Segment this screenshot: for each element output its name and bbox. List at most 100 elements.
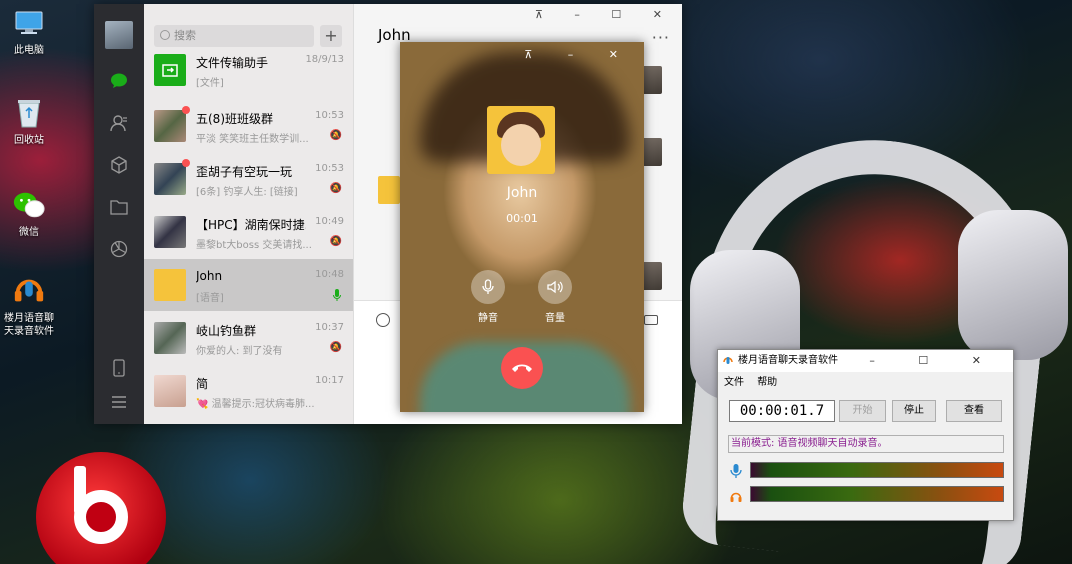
mute-button[interactable] bbox=[471, 270, 505, 304]
chat-item[interactable]: 【HPC】湖南保时捷... 10:49 墨黎bt大boss 交美请找... 🔕 bbox=[144, 206, 353, 258]
user-avatar[interactable] bbox=[105, 21, 133, 49]
recorder-menu-bar: 文件 帮助 bbox=[724, 373, 787, 388]
nav-moments-icon[interactable] bbox=[109, 239, 129, 259]
chat-item[interactable]: 五(8)班班级群 10:53 平淡 笑笑班主任数学训... 🔕 bbox=[144, 100, 353, 152]
chat-name: 【HPC】湖南保时捷... bbox=[196, 218, 306, 232]
hang-up-button[interactable] bbox=[501, 347, 543, 389]
chat-preview: [语音] bbox=[196, 293, 224, 304]
headphone-cup-right bbox=[958, 210, 1068, 360]
chat-list-panel: 搜索 + 文件传输助手 18/9/13 [文件] 五(8)班班级群 10:53 … bbox=[144, 4, 354, 424]
mute-bell-icon: 🔕 bbox=[329, 183, 342, 194]
start-button[interactable]: 开始 bbox=[839, 400, 886, 422]
chat-time: 10:48 bbox=[315, 269, 344, 280]
call-window-controls[interactable]: ⊼ – ✕ bbox=[524, 48, 634, 61]
chat-time: 10:53 bbox=[315, 110, 344, 121]
voice-active-icon bbox=[333, 289, 341, 304]
headset-mic-icon bbox=[723, 357, 733, 364]
chat-time: 10:17 bbox=[315, 375, 344, 386]
speaker-level-meter bbox=[750, 486, 1004, 502]
desktop-icon-this-pc[interactable]: 此电脑 bbox=[4, 6, 54, 57]
caller-name: John bbox=[506, 185, 538, 201]
stop-button[interactable]: 停止 bbox=[892, 400, 936, 422]
chat-time: 10:49 bbox=[315, 216, 344, 227]
chat-name: 简 bbox=[196, 377, 209, 391]
chat-item[interactable]: 歪胡子有空玩一玩 10:53 [6条] 钓享人生: [链接] 🔕 bbox=[144, 153, 353, 205]
recycle-bin-icon bbox=[12, 96, 46, 130]
mute-bell-icon: 🔕 bbox=[329, 130, 342, 141]
contact-avatar bbox=[154, 375, 186, 407]
recorder-window: 楼月语音聊天录音软件 – ☐ ✕ 文件 帮助 00:00:01.7 开始 停止 … bbox=[717, 349, 1014, 521]
headset-mic-icon bbox=[12, 274, 46, 308]
menu-file[interactable]: 文件 bbox=[724, 377, 744, 388]
desktop-icon-wechat[interactable]: 微信 bbox=[4, 188, 54, 239]
nav-chats-icon[interactable] bbox=[109, 71, 129, 91]
more-options-button[interactable]: ··· bbox=[652, 28, 670, 47]
chat-name: 歪胡子有空玩一玩 bbox=[196, 165, 293, 179]
chat-name: 文件传输助手 bbox=[196, 56, 269, 70]
wechat-icon bbox=[12, 188, 46, 222]
call-duration: 00:01 bbox=[506, 212, 538, 225]
chat-name: John bbox=[196, 269, 223, 283]
chat-item-active[interactable]: John 10:48 [语音] bbox=[144, 259, 353, 311]
chat-time: 18/9/13 bbox=[305, 54, 344, 65]
view-button[interactable]: 查看 bbox=[946, 400, 1002, 422]
chat-preview: [文件] bbox=[196, 78, 224, 89]
nav-contacts-icon[interactable] bbox=[109, 113, 129, 133]
video-call-icon[interactable] bbox=[644, 315, 658, 325]
unread-badge bbox=[182, 159, 190, 167]
chat-preview: 墨黎bt大boss 交美请找... bbox=[196, 240, 312, 251]
chat-time: 10:37 bbox=[315, 322, 344, 333]
hang-up-icon bbox=[512, 364, 532, 372]
recorder-window-controls[interactable]: – ☐ ✕ bbox=[869, 350, 1001, 372]
contact-avatar bbox=[154, 269, 186, 301]
group-avatar bbox=[154, 110, 186, 142]
menu-help[interactable]: 帮助 bbox=[757, 377, 777, 388]
volume-button[interactable] bbox=[538, 270, 572, 304]
speaker-icon bbox=[547, 280, 563, 294]
caller-avatar bbox=[487, 106, 555, 174]
chat-name: 五(8)班班级群 bbox=[196, 112, 273, 126]
recording-timer: 00:00:01.7 bbox=[729, 400, 835, 422]
search-icon bbox=[160, 30, 170, 40]
mute-bell-icon: 🔕 bbox=[329, 236, 342, 247]
microphone-icon bbox=[482, 279, 494, 294]
nav-files-icon[interactable] bbox=[109, 197, 129, 217]
emoji-icon[interactable] bbox=[376, 313, 390, 327]
desktop-icon-label: 回收站 bbox=[14, 135, 44, 146]
recorder-title: 楼月语音聊天录音软件 bbox=[738, 355, 838, 366]
chat-item[interactable]: 简 10:17 💘 温馨提示:冠状病毒肺... bbox=[144, 365, 353, 417]
file-transfer-icon bbox=[154, 54, 186, 86]
computer-icon bbox=[12, 6, 46, 40]
group-avatar bbox=[154, 216, 186, 248]
recorder-title-bar: 楼月语音聊天录音软件 – ☐ ✕ bbox=[718, 350, 1013, 372]
desktop-icon-label: 楼月语音聊天录音软件 bbox=[4, 313, 54, 337]
nav-phone-icon[interactable] bbox=[109, 358, 129, 378]
beats-logo bbox=[36, 452, 166, 564]
volume-label: 音量 bbox=[545, 313, 565, 324]
mode-status: 当前模式: 语音视频聊天自动录音。 bbox=[728, 435, 1004, 453]
chat-item[interactable]: 文件传输助手 18/9/13 [文件] bbox=[144, 44, 353, 96]
microphone-icon bbox=[730, 464, 742, 478]
chat-name: 岐山钓鱼群 bbox=[196, 324, 257, 338]
nav-menu-icon[interactable] bbox=[109, 392, 129, 412]
desktop-icon-label: 微信 bbox=[19, 227, 39, 238]
mute-bell-icon: 🔕 bbox=[329, 342, 342, 353]
window-controls[interactable]: ⊼ – ☐ ✕ bbox=[535, 8, 676, 21]
chat-preview: 你爱的人: 到了没有 bbox=[196, 346, 283, 357]
message-avatar bbox=[378, 176, 400, 204]
chat-preview: [6条] 钓享人生: [链接] bbox=[196, 187, 298, 198]
wechat-nav-bar bbox=[94, 4, 144, 424]
voice-call-window: ⊼ – ✕ John 00:01 静音 音量 bbox=[400, 42, 644, 412]
mic-level-meter bbox=[750, 462, 1004, 478]
desktop-icon-recycle-bin[interactable]: 回收站 bbox=[4, 96, 54, 147]
desktop-icon-recorder[interactable]: 楼月语音聊天录音软件 bbox=[4, 274, 54, 338]
search-placeholder: 搜索 bbox=[174, 29, 196, 42]
mute-label: 静音 bbox=[478, 313, 498, 324]
group-avatar bbox=[154, 163, 186, 195]
chat-preview: 平淡 笑笑班主任数学训... bbox=[196, 134, 309, 145]
chat-time: 10:53 bbox=[315, 163, 344, 174]
nav-favorites-icon[interactable] bbox=[109, 155, 129, 175]
chat-preview: 💘 温馨提示:冠状病毒肺... bbox=[196, 399, 315, 410]
desktop-icon-label: 此电脑 bbox=[14, 45, 44, 56]
chat-item[interactable]: 岐山钓鱼群 10:37 你爱的人: 到了没有 🔕 bbox=[144, 312, 353, 364]
